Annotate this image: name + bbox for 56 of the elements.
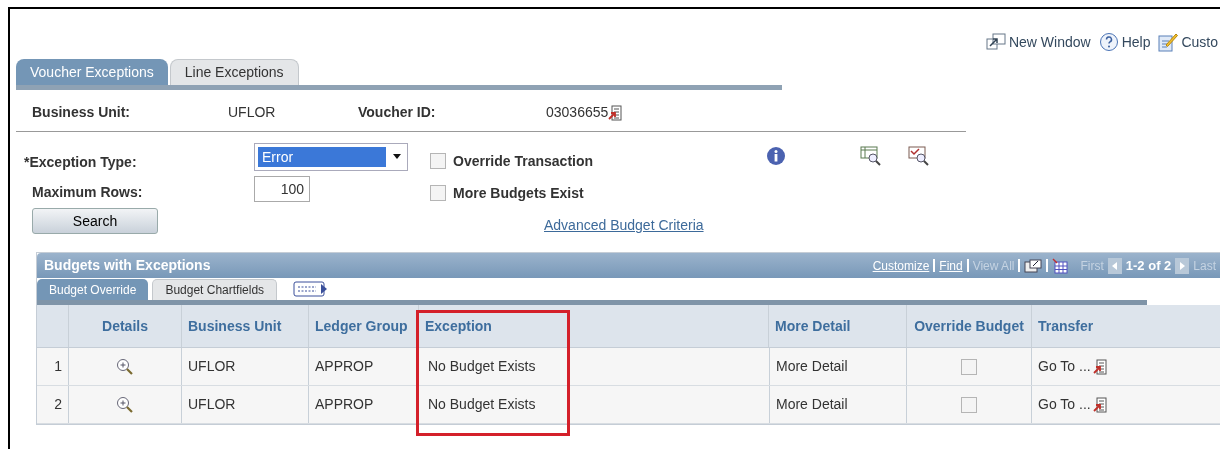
zoom-grid-icon[interactable] — [1024, 258, 1043, 273]
field-label: Business Unit: — [31, 103, 131, 122]
page-tab[interactable]: Line Exceptions — [169, 59, 299, 85]
column-header: Business Unit — [182, 305, 309, 347]
new-window-icon — [985, 33, 1006, 51]
advanced-budget-criteria-link[interactable]: Advanced Budget Criteria — [544, 215, 704, 236]
checkbox-label: Override Transaction — [453, 151, 594, 171]
checkbox[interactable] — [430, 153, 446, 169]
row-range: 1-2 of 2 — [1125, 256, 1172, 275]
column-header: Ledger Group — [309, 305, 419, 347]
magnifier-plus-icon[interactable] — [116, 357, 134, 376]
table-cell-text: No Budget Exists — [427, 357, 537, 376]
header-link[interactable]: Help — [1121, 31, 1151, 53]
column-header: Override Budget — [907, 305, 1032, 347]
exception-type-dropdown[interactable]: Error — [254, 143, 408, 171]
field-label: *Exception Type: — [24, 153, 138, 172]
help-icon — [1098, 32, 1119, 52]
column-header: Transfer — [1032, 305, 1220, 347]
download-grid-icon[interactable] — [1052, 257, 1069, 274]
pencil-notepad-icon — [1158, 32, 1179, 52]
grid-title: Budgets with Exceptions — [44, 256, 211, 275]
field-value: UFLOR — [228, 103, 277, 122]
header-link[interactable]: New Window — [1008, 31, 1091, 53]
field-label: Voucher ID: — [358, 103, 437, 122]
related-content-icon[interactable] — [1092, 358, 1107, 375]
table-cell: UFLOR — [182, 386, 309, 423]
checkbox[interactable] — [430, 185, 446, 201]
override-budget-checkbox[interactable] — [961, 396, 977, 413]
table-cell: APPROP — [309, 348, 419, 385]
table-cell-text: Go To ... — [1038, 357, 1091, 376]
header-link[interactable]: Custo — [1181, 31, 1218, 53]
grid-search-icon[interactable] — [860, 146, 882, 166]
override-budget-checkbox[interactable] — [961, 358, 977, 375]
table-cell: UFLOR — [182, 348, 309, 385]
grid-tab[interactable]: Budget Chartfields — [152, 279, 278, 300]
search-button[interactable]: Search — [32, 208, 158, 234]
column-header: Details — [69, 305, 182, 347]
table-cell-text: Go To ... — [1038, 395, 1091, 414]
related-content-icon[interactable] — [608, 104, 623, 121]
maximum-rows-field[interactable]: 100 — [254, 176, 310, 202]
dropdown-caret-icon — [390, 153, 404, 161]
table-cell: More Detail — [769, 386, 907, 423]
related-content-icon[interactable] — [1092, 396, 1107, 413]
checkbox-label: More Budgets Exist — [453, 183, 584, 203]
column-header: More Detail — [769, 305, 907, 347]
magnifier-plus-icon[interactable] — [116, 395, 134, 414]
row-number: 2 — [37, 386, 69, 423]
info-icon[interactable] — [766, 146, 786, 166]
table-cell: APPROP — [309, 386, 419, 423]
field-label: Maximum Rows: — [31, 183, 144, 202]
check-search-icon[interactable] — [908, 146, 930, 166]
field-value: 03036655 — [546, 103, 609, 122]
row-number: 1 — [37, 348, 69, 385]
column-header: Exception — [419, 305, 769, 347]
table-cell-text: No Budget Exists — [427, 395, 537, 414]
table-cell: More Detail — [769, 348, 907, 385]
